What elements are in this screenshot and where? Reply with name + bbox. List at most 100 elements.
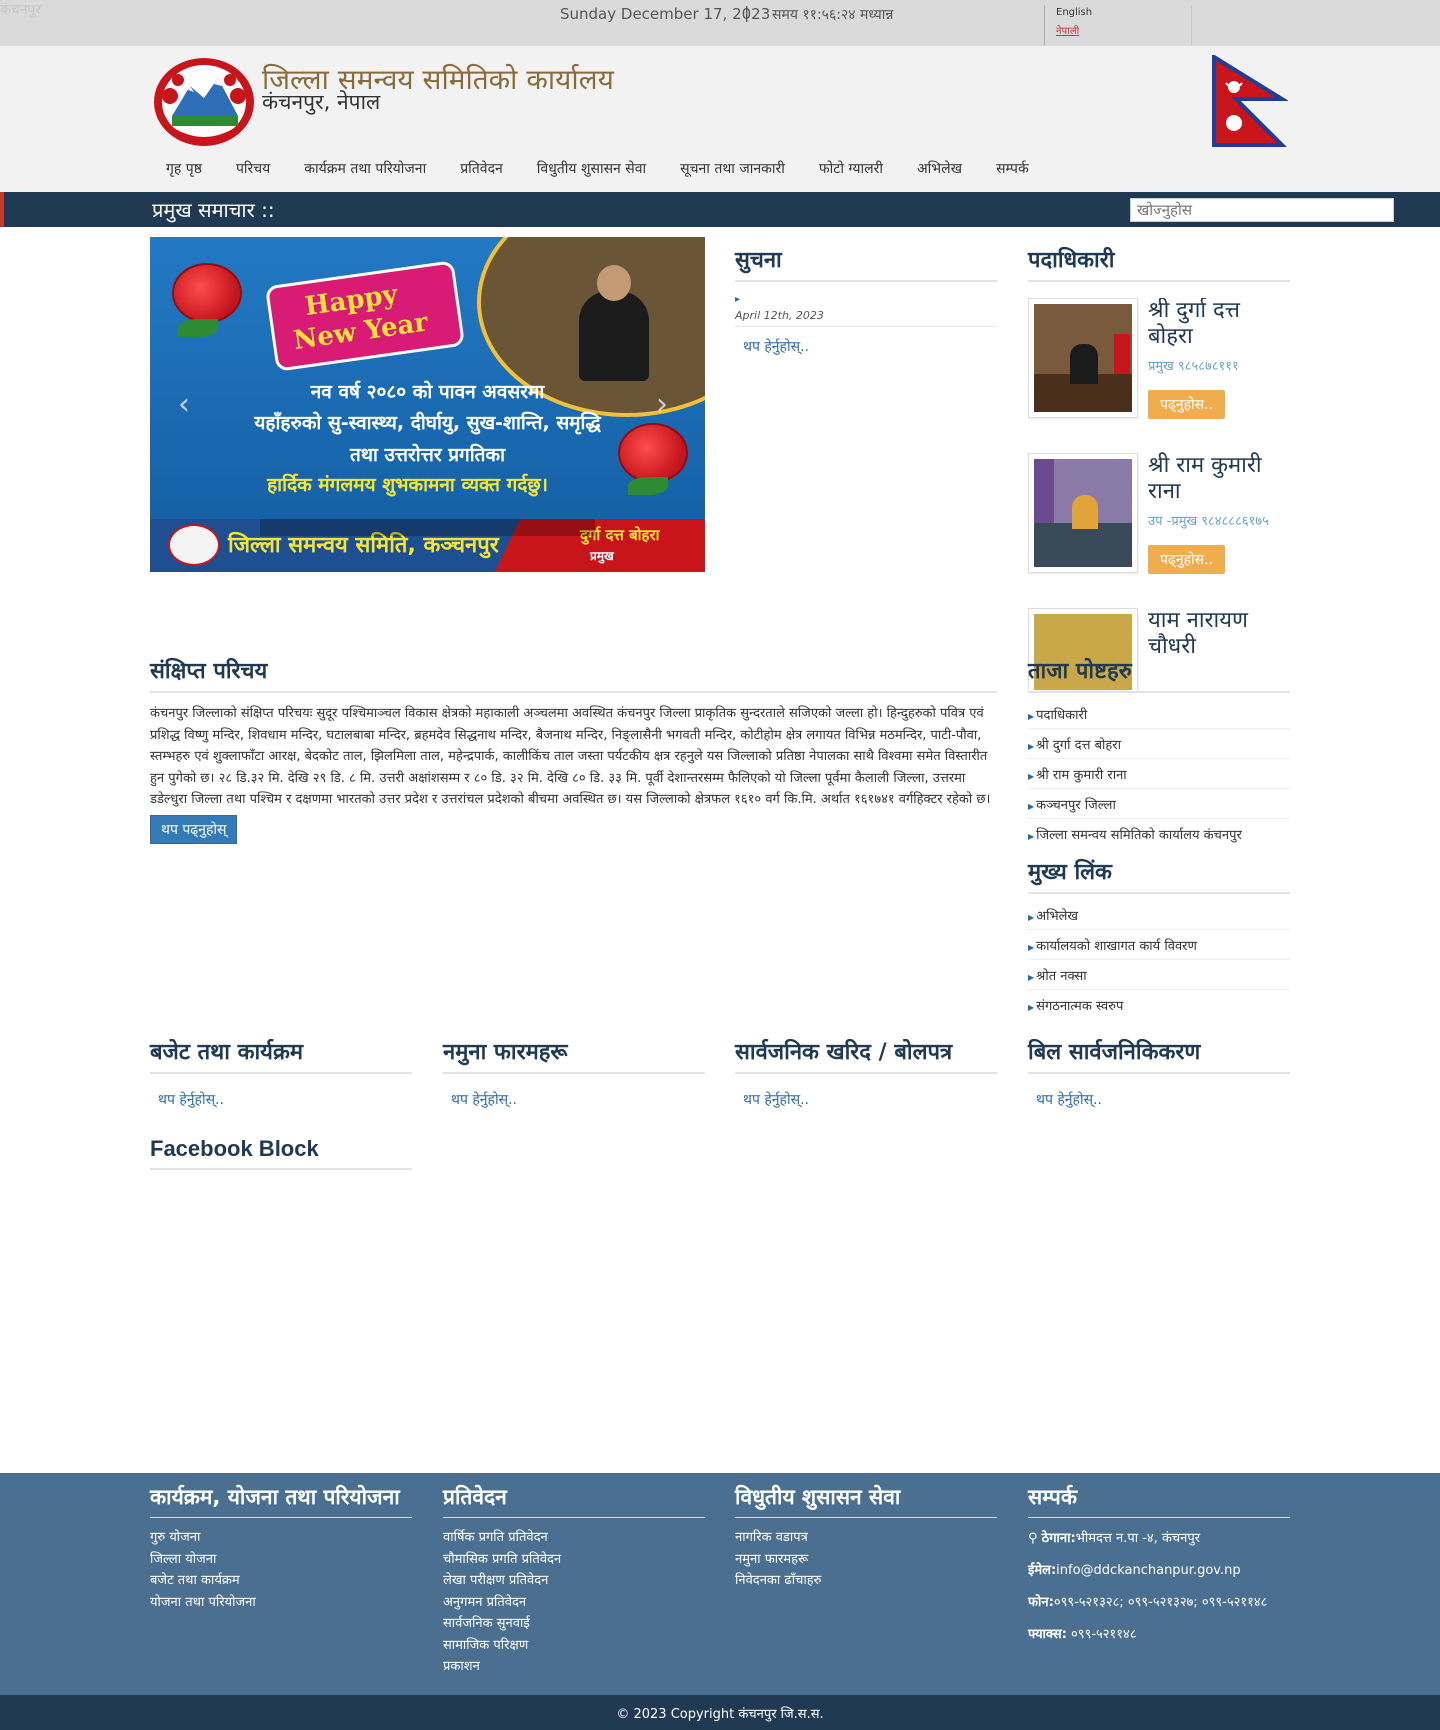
bullet-triangle-icon: ▶ bbox=[1028, 712, 1035, 721]
official-read-more-button[interactable]: पढ्नुहोस.. bbox=[1148, 545, 1226, 574]
official-photo-image bbox=[1034, 304, 1132, 412]
address-value: भीमदत्त न.पा -४, कंचनपुर bbox=[1075, 1531, 1201, 1546]
public-procurement-block: सार्वजनिक खरिद / बोलपत्र थप हेर्नुहोस्.. bbox=[735, 1036, 997, 1109]
email-value[interactable]: info@ddckanchanpur.gov.np bbox=[1056, 1563, 1240, 1578]
footer-link[interactable]: सार्वजनिक सुनवाई bbox=[443, 1613, 705, 1635]
main-link-item[interactable]: ▶ कार्यालयको शाखागत कार्य विवरण bbox=[1028, 930, 1290, 960]
footer-link[interactable]: प्रकाशन bbox=[443, 1656, 705, 1678]
footer-programs-heading: कार्यक्रम, योजना तथा परियोजना bbox=[150, 1483, 412, 1518]
officials-block: पदाधिकारी श्री दुर्गा दत्त बोहरा प्रमुख … bbox=[1028, 244, 1290, 690]
footer-fax: फ्याक्स: ०९९-५२११४८ bbox=[1028, 1624, 1290, 1646]
footer-link[interactable]: वार्षिक प्रगति प्रतिवेदन bbox=[443, 1527, 705, 1549]
notice-date: April 12th, 2023 bbox=[735, 309, 997, 327]
public-procurement-more-link[interactable]: थप हेर्नुहोस्.. bbox=[735, 1090, 997, 1109]
footer-address: ⚲ ठेगाना:भीमदत्त न.पा -४, कंचनपुर bbox=[1028, 1528, 1290, 1550]
footer-link[interactable]: बजेट तथा कार्यक्रम bbox=[150, 1570, 412, 1592]
nav-information[interactable]: सूचना तथा जानकारी bbox=[663, 150, 802, 188]
nav-archive[interactable]: अभिलेख bbox=[900, 150, 979, 188]
nav-e-governance[interactable]: विधुतीय शुसासन सेवा bbox=[520, 150, 663, 188]
intro-read-more-button[interactable]: थप पढ्नुहोस् bbox=[150, 814, 238, 844]
lang-english-link[interactable]: English bbox=[1056, 7, 1191, 18]
latest-post-item[interactable]: ▶ पदाधिकारी bbox=[1028, 699, 1290, 729]
slide-chief-role: प्रमुख bbox=[590, 549, 614, 563]
current-date: Sunday December 17, 2023 bbox=[560, 5, 771, 23]
lang-nepali-link[interactable]: नेपाली bbox=[1056, 23, 1191, 37]
map-marker-icon: ⚲ bbox=[1028, 1531, 1042, 1546]
officials-list[interactable]: श्री दुर्गा दत्त बोहरा प्रमुख ९८५८७८१११ … bbox=[1028, 298, 1290, 690]
bullet-triangle-icon: ▶ bbox=[1028, 772, 1035, 781]
public-procurement-heading: सार्वजनिक खरिद / बोलपत्र bbox=[735, 1036, 997, 1074]
footer-egov-column: विधुतीय शुसासन सेवा नागरिक वडापत्र नमुना… bbox=[735, 1483, 997, 1592]
main-link-item[interactable]: ▶ अभिलेख bbox=[1028, 900, 1290, 930]
official-photo[interactable] bbox=[1028, 298, 1138, 418]
official-photo-image bbox=[1034, 459, 1132, 567]
latest-post-label: श्री दुर्गा दत्त बोहरा bbox=[1036, 738, 1121, 753]
footer-link[interactable]: जिल्ला योजना bbox=[150, 1549, 412, 1571]
footer-phone: फोन:०९९-५२१३२८; ०९९-५२१३२७; ०९९-५२११४८ bbox=[1028, 1592, 1290, 1614]
main-link-item[interactable]: ▶ श्रोत नक्सा bbox=[1028, 960, 1290, 990]
rhododendron-flower-icon bbox=[172, 263, 242, 323]
nav-reports[interactable]: प्रतिवेदन bbox=[443, 150, 520, 188]
bullet-triangle-icon: ▶ bbox=[1028, 943, 1035, 952]
sample-forms-more-link[interactable]: थप हेर्नुहोस्.. bbox=[443, 1090, 705, 1109]
bullet-triangle-icon: ▶ bbox=[1028, 973, 1035, 982]
official-role: प्रमुख ९८५८७८१११ bbox=[1148, 359, 1239, 374]
footer-link[interactable]: नागरिक वडापत्र bbox=[735, 1527, 997, 1549]
nav-programs-projects[interactable]: कार्यक्रम तथा परियोजना bbox=[287, 150, 443, 188]
latest-posts-list: ▶ पदाधिकारी ▶ श्री दुर्गा दत्त बोहरा ▶ श्री… bbox=[1028, 699, 1290, 848]
notice-more-link[interactable]: थप हेर्नुहोस्.. bbox=[735, 337, 997, 356]
latest-post-item[interactable]: ▶ कञ्चनपुर जिल्ला bbox=[1028, 789, 1290, 819]
latest-posts-heading: ताजा पोष्टहरु bbox=[1028, 655, 1290, 693]
headline-news-bar: प्रमुख समाचार :: bbox=[0, 192, 1440, 227]
slider-prev-icon[interactable]: ‹ bbox=[178, 387, 190, 422]
government-emblem-icon[interactable] bbox=[150, 56, 258, 148]
nav-contact[interactable]: सम्पर्क bbox=[979, 150, 1046, 188]
nav-photo-gallery[interactable]: फोटो ग्यालरी bbox=[802, 150, 900, 188]
budget-program-block: बजेट तथा कार्यक्रम थप हेर्नुहोस्.. bbox=[150, 1036, 412, 1109]
nepal-flag-icon bbox=[1212, 55, 1288, 147]
main-links-list: ▶ अभिलेख ▶ कार्यालयको शाखागत कार्य विवरण ▶… bbox=[1028, 900, 1290, 1019]
budget-program-heading: बजेट तथा कार्यक्रम bbox=[150, 1036, 412, 1074]
bill-disclosure-more-link[interactable]: थप हेर्नुहोस्.. bbox=[1028, 1090, 1290, 1109]
footer-link[interactable]: सामाजिक परिक्षण bbox=[443, 1635, 705, 1657]
bill-disclosure-heading: बिल सार्वजनिकिकरण bbox=[1028, 1036, 1290, 1074]
site-header: जिल्ला समन्वय समितिको कार्यालय कंचनपुर, … bbox=[0, 46, 1440, 192]
footer-link[interactable]: अनुगमन प्रतिवेदन bbox=[443, 1592, 705, 1614]
search-input[interactable] bbox=[1130, 198, 1394, 222]
slider-next-icon[interactable]: › bbox=[656, 387, 668, 422]
footer-link[interactable]: निवेदनका ढाँचाहरु bbox=[735, 1570, 997, 1592]
official-photo-desk bbox=[1034, 523, 1132, 567]
bullet-triangle-icon: ▶ bbox=[1028, 832, 1035, 841]
chief-photo-face bbox=[597, 265, 631, 301]
slide-line-1: नव वर्ष २०८० को पावन अवसरमा bbox=[310, 381, 545, 403]
budget-program-more-link[interactable]: थप हेर्नुहोस्.. bbox=[150, 1090, 412, 1109]
footer-link[interactable]: योजना तथा परियोजना bbox=[150, 1592, 412, 1614]
footer-link[interactable]: नमुना फारमहरू bbox=[735, 1549, 997, 1571]
language-switcher: English नेपाली bbox=[1044, 5, 1192, 45]
official-role: उप -प्रमुख ९८४८८८६१७५ bbox=[1148, 514, 1269, 529]
official-photo[interactable] bbox=[1028, 453, 1138, 573]
nav-home[interactable]: गृह पृष्ठ bbox=[150, 150, 219, 188]
nav-introduction[interactable]: परिचय bbox=[219, 150, 287, 188]
footer-link[interactable]: गुरु योजना bbox=[150, 1527, 412, 1549]
image-slider[interactable]: Happy New Year नव वर्ष २०८० को पावन अवसर… bbox=[150, 237, 705, 572]
official-read-more-button[interactable]: पढ्नुहोस.. bbox=[1148, 390, 1226, 419]
notice-item-bullet-icon[interactable]: ▸ bbox=[735, 294, 997, 305]
latest-post-item[interactable]: ▶ श्री राम कुमारी राना bbox=[1028, 759, 1290, 789]
latest-post-label: जिल्ला समन्वय समितिको कार्यालय कंचनपुर bbox=[1036, 828, 1242, 843]
bullet-triangle-icon: ▶ bbox=[1028, 1003, 1035, 1012]
footer-link[interactable]: चौमासिक प्रगति प्रतिवेदन bbox=[443, 1549, 705, 1571]
main-link-item[interactable]: ▶ संगठनात्मक स्वरुप bbox=[1028, 990, 1290, 1019]
official-name[interactable]: श्री राम कुमारी राना bbox=[1148, 453, 1290, 505]
fax-value: ०९९-५२११४८ bbox=[1071, 1627, 1137, 1642]
official-name[interactable]: याम नारायण चौधरी bbox=[1148, 608, 1290, 660]
footer-link[interactable]: लेखा परीक्षण प्रतिवेदन bbox=[443, 1570, 705, 1592]
bullet-triangle-icon: ▶ bbox=[1028, 742, 1035, 751]
sample-forms-block: नमुना फारमहरू थप हेर्नुहोस्.. bbox=[443, 1036, 705, 1109]
official-card: श्री दुर्गा दत्त बोहरा प्रमुख ९८५८७८१११ … bbox=[1028, 298, 1290, 419]
latest-post-item[interactable]: ▶ जिल्ला समन्वय समितिको कार्यालय कंचनपुर bbox=[1028, 819, 1290, 848]
site-footer: कार्यक्रम, योजना तथा परियोजना गुरु योजना… bbox=[0, 1473, 1440, 1695]
official-name[interactable]: श्री दुर्गा दत्त बोहरा bbox=[1148, 298, 1290, 350]
latest-post-item[interactable]: ▶ श्री दुर्गा दत्त बोहरा bbox=[1028, 729, 1290, 759]
copyright-bar: © 2023 Copyright कंचनपुर जि.स.स. bbox=[0, 1695, 1440, 1730]
